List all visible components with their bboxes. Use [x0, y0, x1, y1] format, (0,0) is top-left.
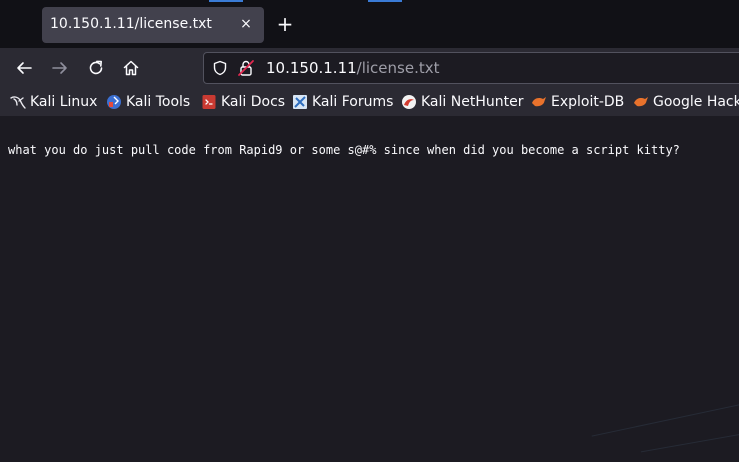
bookmark-kali-tools[interactable]: Kali Tools [106, 92, 190, 112]
tab-strip: 10.150.1.11/license.txt × + [0, 0, 739, 48]
bookmark-label: Google Hacking DB [653, 94, 739, 110]
bookmark-label: Kali Docs [221, 94, 286, 110]
forward-button[interactable] [48, 56, 72, 80]
kali-dragon-icon [10, 96, 26, 109]
bookmark-label: Kali NetHunter [421, 94, 524, 110]
back-button[interactable] [12, 56, 36, 80]
forward-arrow-icon [52, 62, 67, 74]
bookmark-label: Kali Linux [30, 94, 98, 110]
tab-strip-indicator [209, 0, 243, 2]
kali-tools-icon [107, 95, 121, 109]
page-content: what you do just pull code from Rapid9 o… [0, 116, 739, 462]
tab-title: 10.150.1.11/license.txt [50, 16, 212, 32]
google-hacking-db-icon [634, 97, 648, 107]
exploit-db-icon [532, 97, 546, 107]
new-tab-icon[interactable]: + [274, 13, 296, 35]
reload-button[interactable] [84, 56, 108, 80]
home-icon [123, 60, 139, 76]
reload-icon [89, 60, 103, 75]
url-path: /license.txt [356, 59, 440, 77]
url-host: 10.150.1.11 [266, 59, 357, 77]
insecure-lock-icon[interactable] [237, 59, 255, 77]
home-button[interactable] [119, 56, 143, 80]
bookmark-kali-nethunter[interactable]: Kali NetHunter [401, 92, 523, 112]
kali-docs-icon [202, 95, 216, 109]
kali-forums-icon [293, 95, 307, 109]
bookmark-exploit-db[interactable]: Exploit-DB [531, 92, 624, 112]
kali-nethunter-icon [402, 95, 416, 109]
navigation-toolbar: 10.150.1.11/license.txt [0, 48, 739, 88]
bookmark-kali-forums[interactable]: Kali Forums [292, 92, 393, 112]
bookmark-google-hacking-db[interactable]: Google Hacking DB [633, 92, 739, 112]
url-text[interactable]: 10.150.1.11/license.txt [266, 59, 439, 77]
background-decoration [640, 430, 739, 453]
license-text: what you do just pull code from Rapid9 o… [8, 143, 680, 157]
tab-close-icon[interactable]: × [236, 13, 256, 35]
bookmark-label: Kali Tools [126, 94, 191, 110]
back-arrow-icon [17, 62, 32, 74]
background-decoration [591, 402, 739, 437]
bookmark-label: Exploit-DB [551, 94, 625, 110]
bookmarks-toolbar: Kali Linux Kali Tools Kali Docs Kali For… [0, 88, 739, 116]
tab-strip-indicator [368, 0, 402, 2]
address-bar[interactable]: 10.150.1.11/license.txt [203, 52, 739, 84]
tracking-protection-shield-icon[interactable] [212, 60, 228, 76]
browser-window: 10.150.1.11/license.txt × + 10.150.1.11/… [0, 0, 739, 462]
tab-license-txt[interactable]: 10.150.1.11/license.txt × [42, 7, 264, 43]
bookmark-label: Kali Forums [312, 94, 394, 110]
bookmark-kali-linux[interactable]: Kali Linux [10, 92, 97, 112]
bookmark-kali-docs[interactable]: Kali Docs [201, 92, 285, 112]
